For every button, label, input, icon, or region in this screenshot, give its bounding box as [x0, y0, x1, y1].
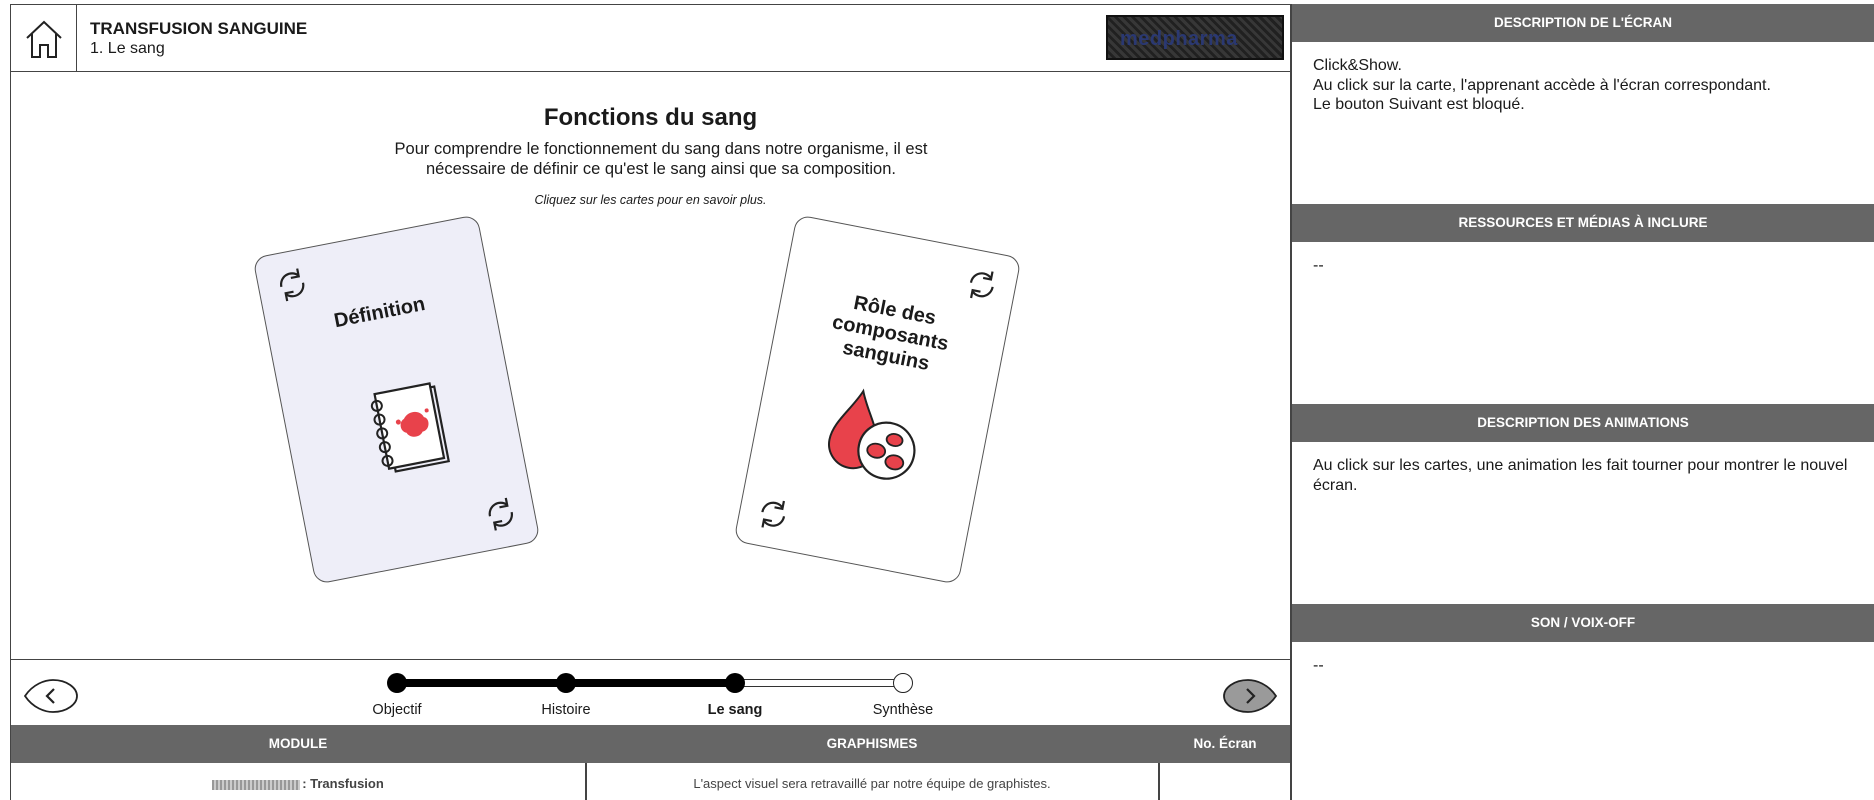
navigation-bar: Objectif Histoire Le sang Synthèse	[11, 659, 1290, 729]
flip-icon	[761, 500, 786, 528]
step-dot-objectif[interactable]	[387, 673, 407, 693]
column-divider	[585, 763, 587, 800]
module-header: MODULE	[268, 736, 328, 751]
step-label-objectif: Objectif	[372, 702, 422, 718]
section-body-voice-over: --	[1313, 657, 1324, 674]
step-label-synthese: Synthèse	[872, 702, 934, 718]
card-blood-components[interactable]: Rôle des composants sanguins	[733, 214, 1022, 585]
flip-icon	[969, 271, 994, 299]
graphics-value: L'aspect visuel sera retravaillé par not…	[693, 776, 1051, 791]
logo-text: medpharma	[1120, 28, 1238, 50]
step-dot-histoire[interactable]	[556, 673, 576, 693]
graphics-header: GRAPHISMES	[826, 736, 918, 751]
course-title: TRANSFUSION SANGUINE	[90, 19, 308, 38]
notebook-blood-icon	[370, 382, 451, 473]
section-body-resources: --	[1313, 257, 1324, 274]
instruction-hint: Cliquez sur les cartes pour en savoir pl…	[534, 193, 767, 207]
intro-text: Pour comprendre le fonctionnement du san…	[394, 140, 928, 178]
section-header-voice-over: SON / VOIX-OFF	[1292, 604, 1874, 642]
blood-drop-cells-icon	[828, 388, 916, 480]
flip-icon	[280, 268, 305, 302]
section-body-screen-description: Click&Show. Au click sur la carte, l'app…	[1313, 57, 1771, 113]
module-value-text: : Transfusion	[302, 776, 384, 791]
screen-number-header: No. Écran	[1193, 736, 1257, 751]
flip-icon	[488, 497, 513, 531]
screen-number-value	[1159, 763, 1291, 800]
module-value: : Transfusion	[11, 763, 585, 800]
home-button[interactable]	[11, 5, 77, 72]
brand-logo: medpharma	[1106, 15, 1284, 60]
page-title: Fonctions du sang	[543, 104, 758, 131]
next-button[interactable]	[1222, 678, 1278, 714]
redacted-text	[212, 779, 301, 790]
step-label-le-sang: Le sang	[707, 702, 763, 718]
progress-stepper: Objectif Histoire Le sang Synthèse	[11, 660, 1290, 730]
footer-value-row: : Transfusion L'aspect visuel sera retra…	[11, 763, 1290, 800]
step-label-histoire: Histoire	[541, 702, 591, 718]
course-header: TRANSFUSION SANGUINE 1. Le sang medpharm…	[11, 5, 1290, 72]
card-definition[interactable]: Définition	[252, 214, 541, 585]
footer-header-row: MODULE GRAPHISMES No. Écran	[11, 725, 1290, 763]
column-divider	[1158, 763, 1160, 800]
section-header-animations: DESCRIPTION DES ANIMATIONS	[1292, 404, 1874, 442]
step-dot-synthese[interactable]	[893, 673, 913, 693]
step-dot-le-sang[interactable]	[725, 673, 745, 693]
section-header-screen-description: DESCRIPTION DE L'ÉCRAN	[1292, 4, 1874, 42]
screen-wireframe: TRANSFUSION SANGUINE 1. Le sang medpharm…	[10, 4, 1291, 800]
section-header-resources: RESSOURCES ET MÉDIAS À INCLURE	[1292, 204, 1874, 242]
notes-panel: DESCRIPTION DE L'ÉCRAN Click&Show. Au cl…	[1291, 4, 1874, 800]
section-body-animations: Au click sur les cartes, une animation l…	[1313, 457, 1848, 494]
home-icon	[25, 20, 62, 58]
chapter-title: 1. Le sang	[90, 40, 165, 57]
